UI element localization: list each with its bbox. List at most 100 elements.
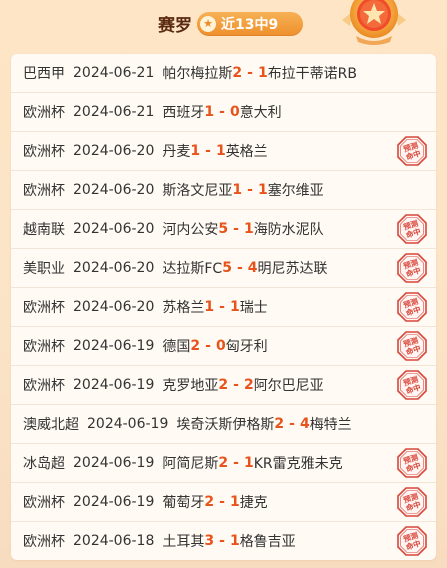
match-date: 2024-06-18 [73,533,155,549]
match-row[interactable]: 欧洲杯 2024-06-18 土耳其 3 - 1 格鲁吉亚 预测 命中 [11,522,436,560]
league-name: 巴西甲 [23,66,65,82]
score-separator: - [233,455,239,471]
match-row[interactable]: 欧洲杯 2024-06-20 斯洛文尼亚 1 - 1 塞尔维亚 [11,171,436,210]
page-title: 赛罗 [158,16,192,36]
home-team: 苏格兰 [162,300,205,316]
away-team: 意大利 [239,105,282,121]
score-separator: - [247,182,253,198]
match-row[interactable]: 欧洲杯 2024-06-21 西班牙 1 - 0 意大利 [11,93,436,132]
home-score: 2 [232,65,243,81]
home-score: 3 [204,533,215,549]
home-team: 河内公安 [162,222,219,238]
home-score: 5 [218,221,229,237]
home-team: 克罗地亚 [162,378,219,394]
away-score: 1 [215,143,226,159]
home-team: 土耳其 [162,534,205,550]
away-team: 布拉干蒂诺RB [267,66,358,82]
match-row[interactable]: 欧洲杯 2024-06-19 德国 2 - 0 匈牙利 预测 命中 [11,327,436,366]
home-team: 斯洛文尼亚 [162,183,233,199]
match-date: 2024-06-19 [73,338,155,354]
league-name: 欧洲杯 [23,339,65,355]
league-name: 澳威北超 [23,417,79,433]
home-team: 丹麦 [162,144,191,160]
away-score: 0 [215,338,226,354]
match-date: 2024-06-21 [73,65,155,81]
score-separator: - [289,416,295,432]
home-team: 达拉斯FC [162,261,223,277]
away-team: 阿尔巴尼亚 [253,378,324,394]
match-date: 2024-06-19 [73,494,155,510]
header: 赛罗 ★ 近13中9 [0,0,447,52]
score-separator: - [233,377,239,393]
away-score: 4 [299,416,310,432]
away-score: 0 [229,104,240,120]
league-name: 欧洲杯 [23,534,65,550]
prediction-hit-stamp-icon: 预测命中 [397,448,427,478]
away-score: 1 [229,494,240,510]
score-separator: - [219,494,225,510]
home-score: 2 [274,416,285,432]
score-separator: - [219,104,225,120]
prediction-hit-stamp-icon: 预测命中 [397,370,427,400]
away-score: 1 [243,221,254,237]
match-date: 2024-06-20 [73,299,155,315]
prediction-hit-stamp-icon: 预测命中 [397,487,427,517]
away-team: 海防水泥队 [253,222,324,238]
match-row[interactable]: 澳威北超 2024-06-19 埃奇沃斯伊格斯 2 - 4 梅特兰 [11,405,436,444]
league-name: 欧洲杯 [23,495,65,511]
match-date: 2024-06-19 [73,455,155,471]
home-team: 西班牙 [162,105,205,121]
league-name: 欧洲杯 [23,144,65,160]
league-name: 欧洲杯 [23,378,65,394]
away-team: 匈牙利 [225,339,268,355]
home-team: 埃奇沃斯伊格斯 [176,417,275,433]
match-row[interactable]: 巴西甲 2024-06-21 帕尔梅拉斯 2 - 1 布拉干蒂诺RB [11,54,436,93]
away-team: 梅特兰 [309,417,352,433]
score-separator: - [236,260,243,276]
home-score: 2 [204,494,215,510]
match-row[interactable]: 美职业 2024-06-20 达拉斯FC 5 - 4 明尼苏达联 预测 命中 [11,249,436,288]
prediction-hit-stamp-icon: 预测命中 [397,526,427,556]
league-name: 美职业 [23,261,65,277]
match-date: 2024-06-20 [73,182,155,198]
match-row[interactable]: 欧洲杯 2024-06-19 克罗地亚 2 - 2 阿尔巴尼亚 预测 命中 [11,366,436,405]
home-score: 1 [190,143,201,159]
score-separator: - [233,221,239,237]
away-team: 英格兰 [225,144,268,160]
away-score: 2 [243,377,254,393]
match-date: 2024-06-20 [73,221,155,237]
prediction-hit-stamp-icon: 预测命中 [397,292,427,322]
match-date: 2024-06-20 [73,143,155,159]
medal-icon [342,0,406,45]
away-team: 捷克 [239,495,268,511]
home-score: 5 [222,260,232,276]
league-name: 越南联 [23,222,65,238]
away-team: 瑞士 [239,300,268,316]
home-team: 葡萄牙 [162,495,205,511]
match-date: 2024-06-21 [73,104,155,120]
prediction-hit-stamp-icon: 预测命中 [397,253,427,283]
match-list: 巴西甲 2024-06-21 帕尔梅拉斯 2 - 1 布拉干蒂诺RB 欧洲杯 2… [11,54,436,560]
match-date: 2024-06-19 [87,416,169,432]
match-row[interactable]: 欧洲杯 2024-06-20 苏格兰 1 - 1 瑞士 预测 命中 [11,288,436,327]
score-separator: - [219,299,225,315]
match-row[interactable]: 欧洲杯 2024-06-19 葡萄牙 2 - 1 捷克 预测 命中 [11,483,436,522]
prediction-hit-stamp-icon: 预测命中 [397,136,427,166]
record-text: 近13中9 [221,17,279,33]
home-score: 1 [204,299,215,315]
match-row[interactable]: 欧洲杯 2024-06-20 丹麦 1 - 1 英格兰 预测 命中 [11,132,436,171]
match-date: 2024-06-20 [73,260,155,276]
match-row[interactable]: 冰岛超 2024-06-19 阿简尼斯 2 - 1 KR雷克雅未克 预测 命中 [11,444,436,483]
prediction-hit-stamp-icon: 预测命中 [397,331,427,361]
league-name: 欧洲杯 [23,105,65,121]
prediction-hit-stamp-icon: 预测命中 [397,214,427,244]
score-separator: - [219,533,225,549]
score-separator: - [247,65,253,81]
match-row[interactable]: 越南联 2024-06-20 河内公安 5 - 1 海防水泥队 预测 命中 [11,210,436,249]
home-score: 2 [218,455,229,471]
home-team: 德国 [162,339,191,355]
star-icon: ★ [200,16,216,32]
home-team: 帕尔梅拉斯 [162,66,233,82]
home-score: 1 [232,182,243,198]
away-score: 4 [247,260,258,276]
